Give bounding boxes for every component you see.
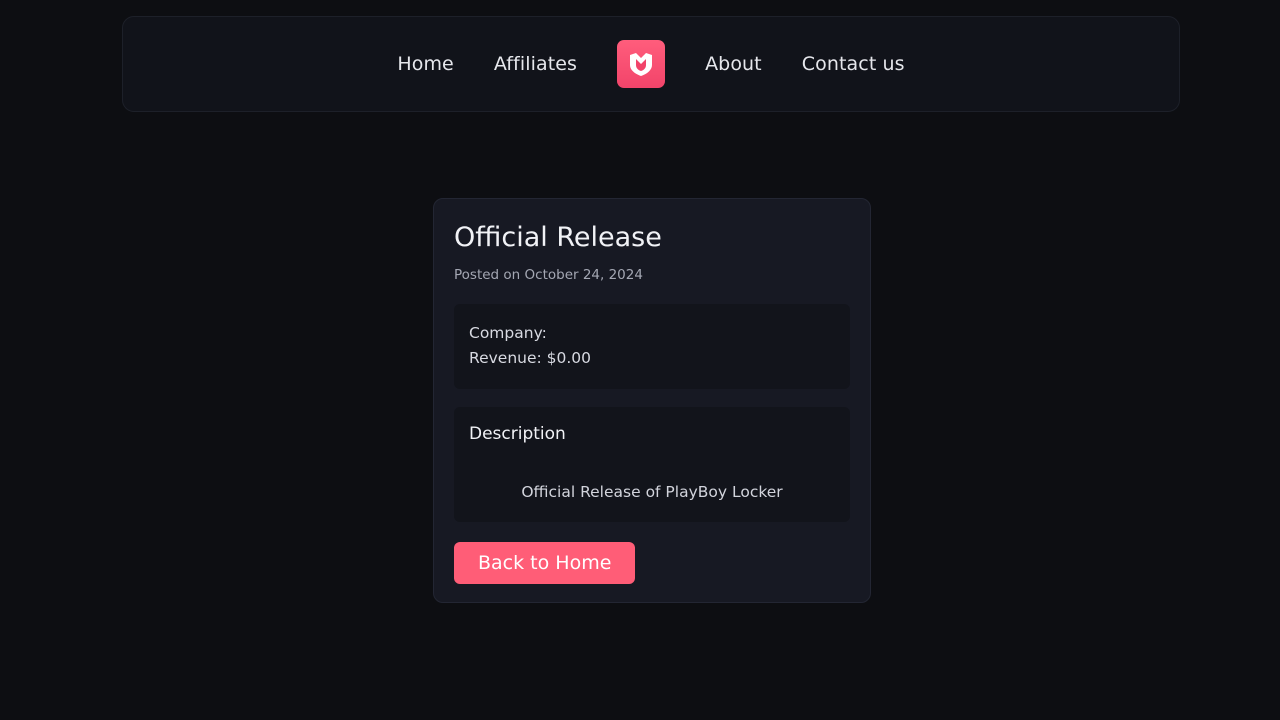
logo-button[interactable]: [617, 40, 666, 88]
nav-link-affiliates[interactable]: Affiliates: [494, 53, 577, 75]
nav-link-about[interactable]: About: [705, 53, 762, 75]
nav-link-contact[interactable]: Contact us: [802, 53, 905, 75]
description-heading: Description: [469, 424, 566, 444]
post-card: Official Release Posted on October 24, 2…: [433, 198, 871, 603]
revenue-label: Revenue: $0.00: [469, 349, 592, 367]
post-title: Official Release: [454, 222, 662, 253]
back-to-home-button[interactable]: Back to Home: [454, 542, 636, 584]
nav-link-home[interactable]: Home: [397, 53, 454, 75]
description-text: Official Release of PlayBoy Locker: [521, 483, 783, 501]
post-date: Posted on October 24, 2024: [454, 267, 643, 283]
top-navigation: Home Affiliates About Contact us: [122, 16, 1180, 112]
description-box: Description Official Release of PlayBoy …: [454, 407, 850, 522]
company-label: Company:: [469, 324, 547, 342]
shield-logo-icon: [630, 53, 653, 76]
post-meta-box: Company: Revenue: $0.00: [454, 304, 850, 389]
